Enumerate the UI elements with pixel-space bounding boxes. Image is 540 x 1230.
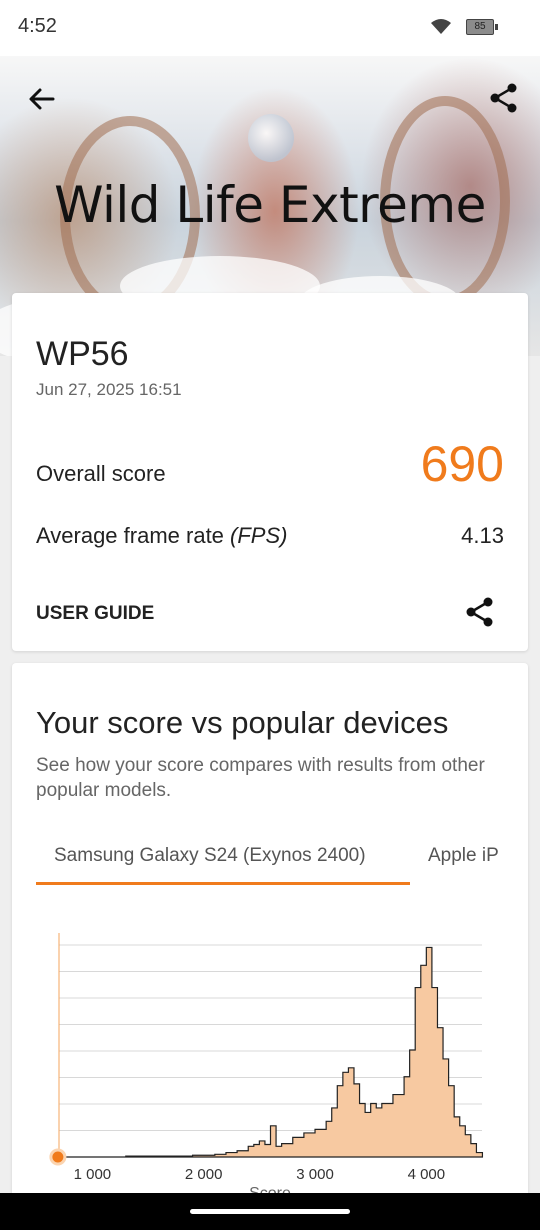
result-date: Jun 27, 2025 16:51	[36, 380, 182, 399]
score-distribution-area	[59, 946, 484, 1158]
battery-icon: 85	[466, 19, 498, 35]
status-bar: 4:52 85	[0, 0, 540, 56]
overall-score-label: Overall score	[36, 461, 166, 486]
comparison-card: Your score vs popular devices See how yo…	[12, 663, 528, 1230]
overall-score-value: 690	[420, 436, 504, 492]
comparison-subtitle: See how your score compares with results…	[36, 755, 485, 801]
your-score-marker	[49, 1148, 67, 1166]
status-time: 4:52	[18, 15, 57, 37]
benchmark-title: Wild Life Extreme	[54, 176, 486, 234]
system-nav-bar	[0, 1193, 540, 1230]
active-tab-indicator	[36, 882, 410, 885]
chart-x-tick-label: 3 000	[296, 1166, 334, 1183]
user-guide-link[interactable]: USER GUIDE	[36, 603, 154, 625]
fps-label-unit: (FPS)	[230, 523, 288, 548]
fps-label: Average frame rate (FPS)	[36, 523, 287, 549]
share-icon[interactable]	[464, 596, 496, 628]
back-arrow-icon[interactable]	[26, 84, 56, 114]
fps-label-text: Average frame rate	[36, 523, 231, 548]
score-distribution-chart: 1 0002 0003 0004 000 Score	[49, 933, 484, 1202]
chart-x-tick-label: 1 000	[74, 1166, 112, 1183]
share-icon[interactable]	[488, 82, 520, 114]
chart-x-tick-label: 2 000	[185, 1166, 223, 1183]
chart-x-ticks: 1 000 2 000 3 000 4 000	[74, 1166, 445, 1183]
tab-samsung-galaxy-s24[interactable]: Samsung Galaxy S24 (Exynos 2400)	[54, 845, 366, 867]
chart-area-layer	[59, 946, 484, 1158]
hero-artwork-helmet	[248, 114, 294, 162]
home-indicator[interactable]	[190, 1209, 350, 1214]
chart-x-tick-label: 4 000	[408, 1166, 446, 1183]
result-card: WP56 Jun 27, 2025 16:51 Overall score 69…	[12, 293, 528, 651]
wifi-icon	[430, 18, 452, 41]
tab-apple[interactable]: Apple iP	[428, 845, 499, 867]
device-name: WP56	[36, 335, 129, 373]
comparison-title: Your score vs popular devices	[36, 705, 449, 740]
fps-value: 4.13	[461, 523, 504, 548]
